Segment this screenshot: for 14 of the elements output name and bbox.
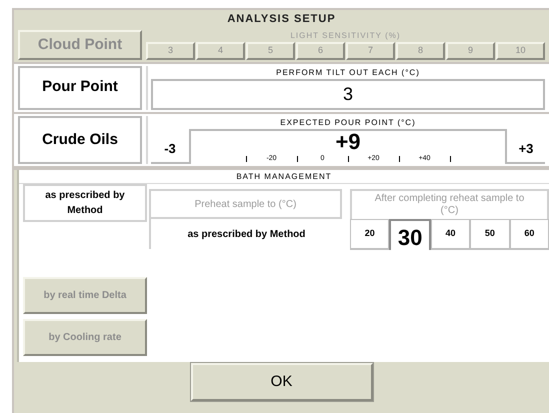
tilt-value-field[interactable]: 3: [151, 78, 545, 110]
pour-point-value: +9: [335, 130, 361, 152]
preheat-value: as prescribed by Method: [149, 219, 342, 249]
preheat-label: Preheat sample to (°C): [149, 189, 342, 219]
tick-mark: [398, 156, 400, 162]
section-label: LIGHT SENSITIVITY (%): [289, 30, 402, 42]
section-label: PERFORM TILT OUT EACH (°C): [275, 66, 421, 78]
tick-mark: [296, 156, 298, 162]
mode-button[interactable]: Crude Oils: [18, 116, 142, 164]
mode-button[interactable]: Pour Point: [18, 66, 142, 110]
method-button[interactable]: as prescribed by Method: [23, 184, 147, 222]
section-label: EXPECTED POUR POINT (°C): [279, 116, 417, 128]
ok-button[interactable]: OK: [190, 363, 372, 401]
window-title: ANALYSIS SETUP: [226, 12, 337, 27]
